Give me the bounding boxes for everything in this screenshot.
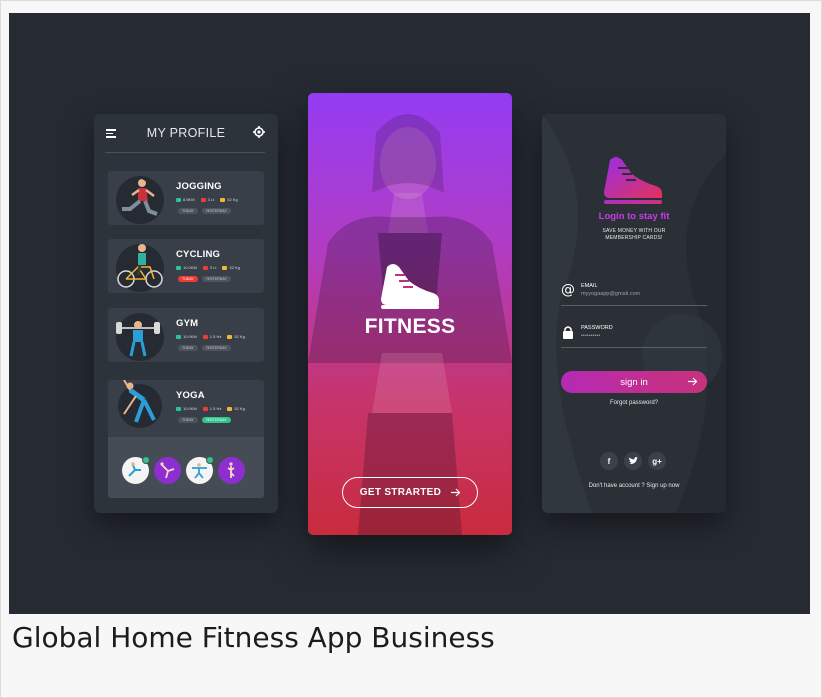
profile-header: MY PROFILE: [94, 114, 278, 152]
weight-icon: [222, 265, 228, 270]
email-label: EMAIL: [581, 283, 598, 289]
check-icon: [206, 456, 214, 464]
activity-card-jogging[interactable]: JOGGING 8.5KM 3 Lt 52 Kg TODAY YESTERDAY: [108, 171, 264, 225]
activity-tags: TODAY YESTERDAY: [178, 276, 231, 282]
password-input[interactable]: ••••••••••: [581, 333, 600, 339]
at-sign-icon: @: [561, 282, 575, 298]
app-title: FITNESS: [364, 315, 456, 338]
activity-card-yoga[interactable]: YOGA 10.0KM 1.5 Hz 52 Kg TODAY YESTERDAY: [108, 380, 264, 498]
google-plus-icon[interactable]: g+: [648, 452, 666, 470]
login-subtitle: SAVE MONEY WITH OUR MEMBERSHIP CARDS!: [602, 228, 666, 241]
gear-icon[interactable]: [253, 126, 265, 138]
email-field[interactable]: @ EMAIL myyogaapp@gmail.com: [561, 280, 707, 306]
weight-icon: [227, 406, 233, 411]
arrow-right-icon: [451, 488, 461, 497]
sign-up-link[interactable]: Don't have account ? Sign up now: [542, 483, 726, 489]
distance-icon: [176, 334, 181, 339]
tag-yesterday[interactable]: YESTERDAY: [201, 276, 231, 282]
check-icon: [142, 456, 150, 464]
article-card: MY PROFILE JOGGING 8.5KM 3 Lt 52 Kg TODA…: [0, 0, 822, 698]
distance-icon: [176, 406, 181, 411]
forgot-password-link[interactable]: Forgot password?: [542, 400, 726, 406]
tag-today[interactable]: TODAY: [178, 276, 198, 282]
arrow-right-icon: [688, 377, 697, 386]
profile-title: MY PROFILE: [146, 126, 226, 140]
email-input[interactable]: myyogaapp@gmail.com: [581, 291, 640, 297]
jogging-illustration: [116, 176, 164, 224]
login-screen: Login to stay fit SAVE MONEY WITH OUR ME…: [542, 114, 726, 513]
activity-name: JOGGING: [176, 181, 222, 192]
sign-in-button[interactable]: sign in: [561, 371, 707, 393]
shoe-logo-icon: [381, 264, 439, 309]
pose-option-3[interactable]: [186, 456, 214, 484]
tag-today[interactable]: TODAY: [178, 417, 198, 423]
password-field[interactable]: PASSWORD ••••••••••: [561, 322, 707, 348]
yoga-illustration: [118, 380, 162, 428]
lock-icon: [563, 326, 573, 339]
pose-option-4[interactable]: [218, 457, 245, 484]
pose-option-1[interactable]: [122, 456, 150, 484]
activity-card-cycling[interactable]: CYCLING 10.0KM 3 Lt 52 Kg TODAY YESTERDA…: [108, 239, 264, 293]
splash-screen: FITNESS GET STRARTED: [308, 93, 512, 535]
tag-today[interactable]: TODAY: [178, 208, 198, 214]
facebook-icon[interactable]: f: [600, 452, 618, 470]
get-started-button[interactable]: GET STRARTED: [342, 477, 478, 508]
tag-yesterday[interactable]: YESTERDAY: [201, 417, 231, 423]
social-login-row: f g+: [600, 452, 666, 470]
pose-2-icon: [160, 462, 175, 479]
shoe-logo-icon: [604, 157, 662, 204]
pose-3-icon: [192, 463, 207, 479]
pose-1-icon: [128, 462, 141, 477]
password-label: PASSWORD: [581, 325, 613, 331]
cycling-illustration: [116, 244, 164, 292]
activity-stats: 10.0KM 1.5 Hz 52 Kg: [176, 406, 245, 411]
water-icon: [200, 197, 206, 202]
profile-screen: MY PROFILE JOGGING 8.5KM 3 Lt 52 Kg TODA…: [94, 114, 278, 513]
water-icon: [202, 265, 208, 270]
water-icon: [202, 406, 208, 411]
tag-yesterday[interactable]: YESTERDAY: [201, 345, 231, 351]
pose-4-icon: [227, 462, 235, 478]
activity-name: GYM: [176, 318, 199, 329]
tag-yesterday[interactable]: YESTERDAY: [201, 208, 231, 214]
profile-divider: [105, 152, 265, 153]
gym-illustration: [116, 313, 164, 361]
weight-icon: [220, 197, 226, 202]
twitter-icon[interactable]: [624, 452, 642, 470]
activity-card-gym[interactable]: GYM 10.0KM 1.5 Hz 52 Kg TODAY YESTERDAY: [108, 308, 264, 362]
activity-stats: 8.5KM 3 Lt 52 Kg: [176, 197, 238, 202]
athlete-photo: [308, 93, 512, 535]
login-title: Login to stay fit: [598, 211, 670, 222]
activity-name: YOGA: [176, 390, 205, 401]
sign-in-label: sign in: [620, 376, 648, 388]
article-title[interactable]: Global Home Fitness App Business: [12, 621, 495, 654]
pose-selector: [122, 456, 245, 484]
activity-stats: 10.0KM 3 Lt 52 Kg: [176, 265, 240, 270]
pose-option-2[interactable]: [154, 457, 181, 484]
water-icon: [202, 334, 208, 339]
weight-icon: [227, 334, 233, 339]
activity-tags: TODAY YESTERDAY: [178, 208, 231, 214]
tag-today[interactable]: TODAY: [178, 345, 198, 351]
activity-name: CYCLING: [176, 249, 221, 260]
get-started-label: GET STRARTED: [359, 487, 442, 498]
activity-tags: TODAY YESTERDAY: [178, 417, 231, 423]
hero-image: MY PROFILE JOGGING 8.5KM 3 Lt 52 Kg TODA…: [9, 13, 810, 614]
distance-icon: [176, 197, 181, 202]
twitter-bird-icon: [628, 457, 638, 465]
activity-stats: 10.0KM 1.5 Hz 52 Kg: [176, 334, 245, 339]
distance-icon: [176, 265, 181, 270]
activity-tags: TODAY YESTERDAY: [178, 345, 231, 351]
